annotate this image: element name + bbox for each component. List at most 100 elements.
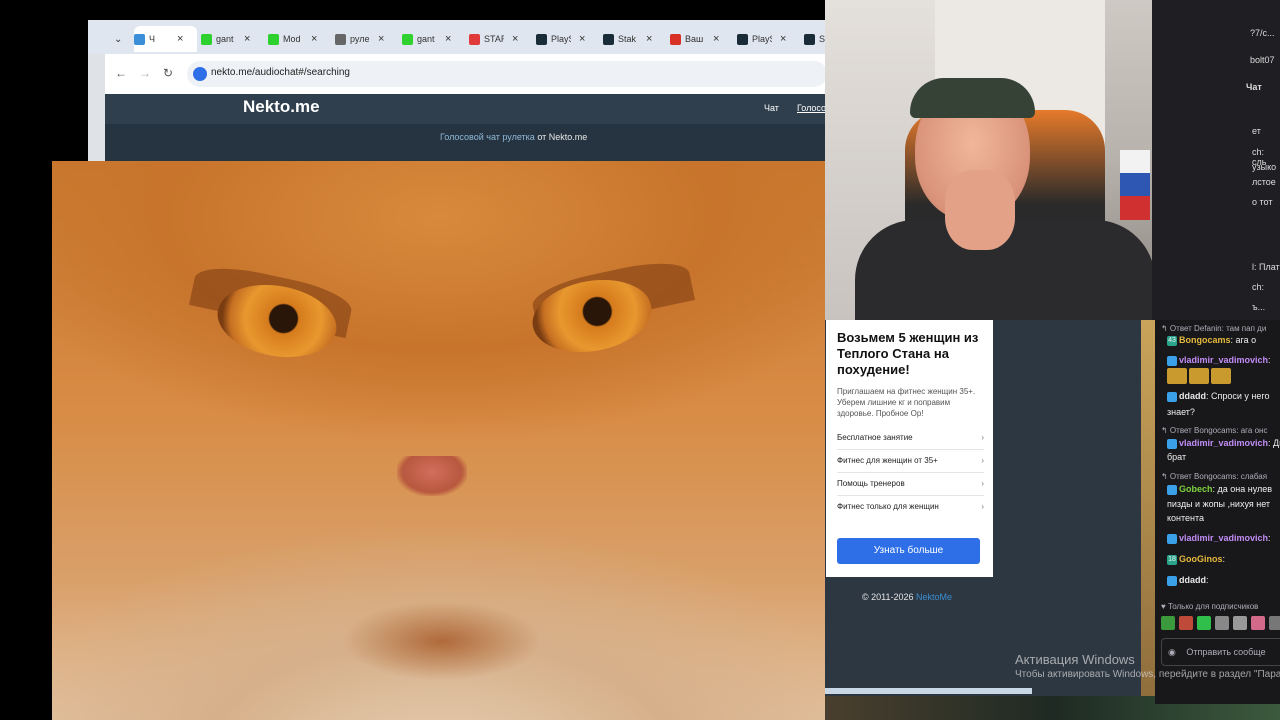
ad-link-women[interactable]: Фитнес только для женщин ›: [837, 496, 984, 518]
partial-chat-line: ?7/c...: [1250, 28, 1275, 38]
chat-username[interactable]: vladimir_vadimovich: [1179, 355, 1268, 365]
reply-text: ↰ Ответ Bongocams: слабая: [1161, 472, 1268, 481]
subtitle-rest: от Nekto.me: [537, 132, 588, 142]
forward-icon[interactable]: →: [139, 66, 151, 80]
chat-message: Gobech: да она нулев: [1167, 483, 1280, 495]
chat-username[interactable]: Gobech: [1179, 484, 1213, 494]
cat-image: [52, 161, 825, 720]
kick-icon: [402, 33, 413, 45]
reply-text: ♥ Только для подписчиков: [1161, 602, 1259, 611]
ad-link-label: Фитнес для женщин от 35+: [837, 456, 938, 465]
reload-icon[interactable]: ↻: [163, 66, 173, 80]
chat-message: ddadd:: [1167, 574, 1280, 586]
tab-label: Stak: [618, 34, 637, 44]
tab-5[interactable]: STAR ×: [469, 26, 532, 52]
nav-chat[interactable]: Чат: [764, 103, 779, 113]
gmail-icon: [670, 33, 681, 45]
ad-link-label: Бесплатное занятие: [837, 433, 913, 442]
nav-voice[interactable]: Голосо: [797, 103, 825, 113]
chat-text: : Спроси у него: [1206, 391, 1270, 401]
chat-username[interactable]: vladimir_vadimovich: [1179, 533, 1268, 543]
chat-message: vladimir_vadimovich:: [1167, 532, 1280, 544]
tab-close-icon[interactable]: ×: [646, 33, 652, 45]
emote-picker-row: [1161, 616, 1280, 630]
chat-username[interactable]: ddadd: [1179, 575, 1206, 585]
site-subtitle: Голосовой чат рулетка от Nekto.me: [440, 132, 587, 142]
stake-icon: [737, 33, 748, 45]
tab-7[interactable]: Stak ×: [603, 26, 666, 52]
tab-1[interactable]: gant ×: [201, 26, 264, 52]
tab-0[interactable]: Ч ×: [134, 26, 197, 52]
streamer-hand: [945, 170, 1015, 250]
tab-close-icon[interactable]: ×: [311, 33, 317, 45]
badge-icon: [1167, 575, 1177, 586]
chat-input[interactable]: ◉ Отправить сообще: [1161, 638, 1280, 666]
chevron-right-icon: ›: [981, 479, 984, 488]
tab-label: PlayS: [551, 34, 571, 44]
tab-label: STAR: [484, 34, 504, 44]
emote-icon[interactable]: [1269, 616, 1280, 630]
emote-icon[interactable]: [1215, 616, 1229, 630]
emote-icon[interactable]: [1161, 616, 1175, 630]
tab-close-icon[interactable]: ×: [177, 33, 183, 45]
tab-8[interactable]: Ваш ×: [670, 26, 733, 52]
tab-label: Mod: [283, 34, 301, 44]
tab-close-icon[interactable]: ×: [244, 33, 250, 45]
chat-message: 43 Bongocams: ага о: [1167, 334, 1280, 346]
emote-icon[interactable]: [1179, 616, 1193, 630]
tab-close-icon[interactable]: ×: [713, 33, 719, 45]
chat-message: vladimir_vadimovich: Ди: [1167, 437, 1280, 449]
chat-username[interactable]: vladimir_vadimovich: [1179, 438, 1268, 448]
ad-link-trainers[interactable]: Помощь тренеров ›: [837, 473, 984, 496]
tab-3[interactable]: руле ×: [335, 26, 398, 52]
emote-icon[interactable]: [1233, 616, 1247, 630]
tab-close-icon[interactable]: ×: [512, 33, 518, 45]
tab-close-icon[interactable]: ×: [378, 33, 384, 45]
partial-chat-line: l: Плат: [1252, 262, 1280, 272]
headphones-cap: [910, 78, 1035, 118]
chat-username[interactable]: Bongocams: [1179, 335, 1231, 345]
tab-2[interactable]: Mod ×: [268, 26, 331, 52]
chat-reply-line: ↰ Ответ Bongocams: слабая: [1161, 470, 1280, 483]
tab-bar: ⌄ Ч×gant×Mod×руле×gant×STAR×PlayS×Stak×В…: [88, 20, 825, 54]
copyright-brand-link[interactable]: NektoMe: [916, 592, 952, 602]
tab-close-icon[interactable]: ×: [445, 33, 451, 45]
tab-10[interactable]: St×: [804, 26, 825, 52]
partial-chat-line: Чат: [1246, 82, 1262, 92]
chat-username[interactable]: ddadd: [1179, 391, 1206, 401]
address-bar: ← → ↻ nekto.me/audiochat#/searching: [105, 54, 825, 94]
tab-6[interactable]: PlayS ×: [536, 26, 599, 52]
emote-icon: [1189, 368, 1209, 384]
tab-4[interactable]: gant ×: [402, 26, 465, 52]
ad-link-label: Фитнес только для женщин: [837, 502, 939, 511]
ad-learn-more-button[interactable]: Узнать больше: [837, 538, 980, 564]
chat-text: :: [1222, 554, 1226, 564]
tab-close-icon[interactable]: ×: [780, 33, 786, 45]
subtitle-link[interactable]: Голосовой чат рулетка: [440, 132, 535, 142]
chat-input-placeholder: Отправить сообще: [1186, 647, 1266, 657]
windows-activation-text: Чтобы активировать Windows, перейдите в …: [1015, 669, 1280, 680]
back-icon[interactable]: ←: [115, 66, 127, 80]
emote-icon: [1167, 368, 1187, 384]
microphone-icon[interactable]: [193, 67, 207, 81]
chat-username[interactable]: GooGinos: [1179, 554, 1223, 564]
horizontal-scrollbar[interactable]: [825, 688, 1032, 694]
url-box[interactable]: nekto.me/audiochat#/searching: [187, 61, 825, 87]
emote-icon[interactable]: [1251, 616, 1265, 630]
ad-link-free[interactable]: Бесплатное занятие ›: [837, 427, 984, 450]
ad-banner[interactable]: Возьмем 5 женщин из Теплого Стана на пох…: [826, 320, 993, 577]
chat-message: [1167, 368, 1280, 384]
tab-close-icon[interactable]: ×: [579, 33, 585, 45]
tab-list-chevron-icon[interactable]: ⌄: [114, 34, 122, 45]
url-text[interactable]: nekto.me/audiochat#/searching: [211, 67, 350, 78]
tab-9[interactable]: PlayS ×: [737, 26, 800, 52]
chevron-right-icon: ›: [981, 433, 984, 442]
ad-link-35[interactable]: Фитнес для женщин от 35+ ›: [837, 450, 984, 473]
chat-message: 18 GooGinos:: [1167, 553, 1280, 565]
emote-icon[interactable]: [1197, 616, 1211, 630]
sub-badge-icon: 43: [1167, 335, 1177, 346]
ad-title[interactable]: Возьмем 5 женщин из Теплого Стана на пох…: [837, 330, 987, 378]
site-logo[interactable]: Nekto.me: [243, 97, 320, 117]
stake-icon: [603, 33, 614, 45]
cat-mouth: [342, 601, 542, 681]
